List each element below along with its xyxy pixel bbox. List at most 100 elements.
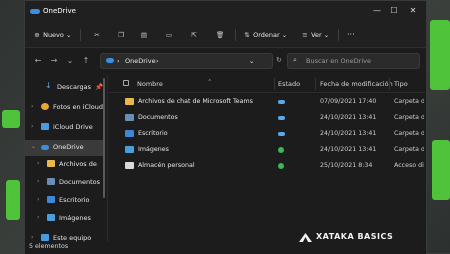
sidebar-item-label: Escritorio (59, 196, 90, 204)
sidebar-item-icloud-drive[interactable]: › iCloud Drive (25, 120, 103, 136)
chevron-right-icon: › (37, 196, 40, 203)
file-name: Imágenes (138, 146, 169, 153)
folder-icon (47, 160, 55, 167)
chevron-right-icon: › (37, 160, 40, 167)
pin-icon: 📌 (95, 83, 104, 91)
minimize-button[interactable]: — (370, 5, 384, 17)
plus-circle-icon: ⊕ (34, 31, 40, 39)
search-icon: ⌕ (293, 56, 297, 64)
chevron-right-icon: › (31, 123, 34, 130)
file-name: Documentos (138, 114, 178, 121)
share-icon: ⇱ (191, 31, 197, 39)
chevron-right-icon: › (31, 103, 34, 110)
breadcrumb-onedrive[interactable]: OneDrive (125, 57, 156, 65)
new-button[interactable]: ⊕ Nuevo ⌄ (33, 28, 71, 42)
forward-arrow-icon[interactable]: → (49, 56, 59, 65)
cloud-status-icon (278, 116, 285, 120)
navigation-pane: ↓ Descargas 📌 › Fotos en iCloud › iCloud… (25, 74, 108, 242)
file-date: 25/10/2021 8:34 (320, 162, 373, 169)
sidebar-scrollbar[interactable] (103, 78, 105, 198)
address-bar[interactable]: › OneDrive › ⌄ (100, 53, 273, 69)
cloud-status-icon (278, 100, 285, 104)
delete-button[interactable]: 🗑 (216, 28, 224, 42)
more-options-button[interactable]: ··· (347, 28, 355, 42)
cut-button[interactable]: ✂ (93, 28, 101, 42)
sort-button[interactable]: ⇅ Ordenar ⌄ (243, 28, 287, 42)
file-type: Carpeta de archivos (394, 98, 424, 105)
up-arrow-icon[interactable]: ↑ (81, 56, 91, 65)
photos-icon (41, 103, 49, 110)
sidebar-item-label: Fotos en iCloud (53, 103, 104, 111)
sort-up-icon: ⌃ (207, 78, 213, 86)
rename-button[interactable]: ▭ (165, 28, 173, 42)
table-row[interactable]: Almacén personal 25/10/2021 8:34 Acceso … (109, 158, 425, 174)
column-header-type[interactable]: Tipo (394, 80, 408, 88)
documents-icon (47, 178, 55, 185)
icloud-icon (41, 123, 49, 130)
status-bar: 5 elementos (25, 242, 426, 254)
column-header-name[interactable]: Nombre (137, 80, 163, 88)
maximize-button[interactable]: ☐ (387, 5, 401, 17)
back-arrow-icon[interactable]: ← (33, 56, 43, 65)
view-list-icon: ≡ (302, 31, 308, 39)
sidebar-item-este-equipo[interactable]: › Este equipo (25, 231, 103, 242)
sidebar-item-label: OneDrive (53, 143, 84, 151)
file-type: Carpeta de archivos (394, 114, 424, 121)
sidebar-item-documentos[interactable]: › Documentos (25, 175, 103, 191)
breadcrumb-separator-icon: › (117, 57, 120, 65)
share-button[interactable]: ⇱ (190, 28, 198, 42)
column-header-date[interactable]: Fecha de modificación (320, 80, 393, 88)
chevron-down-icon[interactable]: ⌄ (249, 57, 254, 65)
trash-icon: 🗑 (216, 31, 225, 39)
paste-button[interactable]: ▤ (140, 28, 148, 42)
column-header-status[interactable]: Estado (278, 80, 300, 88)
chevron-right-icon: › (31, 234, 34, 241)
file-date: 24/10/2021 13:41 (320, 114, 377, 121)
file-date: 24/10/2021 13:41 (320, 146, 377, 153)
pictures-icon (125, 146, 134, 153)
chevron-down-icon: ⌄ (281, 31, 288, 39)
copy-button[interactable]: ❐ (117, 28, 125, 42)
file-type: Carpeta de archivos (394, 146, 424, 153)
sidebar-item-descargas[interactable]: ↓ Descargas 📌 (25, 80, 103, 96)
table-row[interactable]: Escritorio 24/10/2021 13:41 Carpeta de a… (109, 126, 425, 142)
file-explorer-window: OneDrive — ☐ ✕ ⊕ Nuevo ⌄ ✂ ❐ ▤ ▭ ⇱ 🗑 ⇅ O… (24, 0, 427, 254)
chevron-right-icon: › (37, 178, 40, 185)
cloud-status-icon (278, 132, 285, 136)
sort-icon: ⇅ (244, 31, 250, 39)
computer-icon (41, 234, 49, 241)
sidebar-item-label: Este equipo (53, 234, 92, 242)
file-name: Escritorio (138, 130, 168, 137)
sidebar-item-escritorio[interactable]: › Escritorio (25, 193, 103, 209)
sidebar-item-onedrive[interactable]: ⌄ OneDrive (25, 140, 103, 156)
file-type: Acceso directo (394, 162, 424, 169)
column-divider (389, 78, 390, 90)
select-all-checkbox[interactable] (123, 80, 129, 86)
table-row[interactable]: Archivos de chat de Microsoft Teams 07/0… (109, 94, 425, 110)
search-input[interactable]: ⌕ Buscar en OneDrive (287, 53, 420, 69)
chevron-down-icon: ⌄ (31, 143, 37, 150)
shortcut-icon (125, 162, 134, 169)
sidebar-item-label: Imágenes (59, 214, 91, 222)
desktop-decoration (2, 110, 20, 128)
documents-icon (125, 114, 134, 121)
table-row[interactable]: Documentos 24/10/2021 13:41 Carpeta de a… (109, 110, 425, 126)
command-bar: ⊕ Nuevo ⌄ ✂ ❐ ▤ ▭ ⇱ 🗑 ⇅ Ordenar ⌄ ≡ Ver … (25, 23, 426, 48)
breadcrumb-separator-icon: › (156, 57, 159, 65)
sidebar-item-fotos-icloud[interactable]: › Fotos en iCloud (25, 100, 103, 116)
sidebar-item-label: Archivos de chat (59, 160, 97, 168)
more-icon: ··· (347, 30, 355, 39)
refresh-icon[interactable]: ↻ (276, 56, 282, 64)
desktop-icon (47, 196, 55, 203)
table-row[interactable]: Imágenes 24/10/2021 13:41 Carpeta de arc… (109, 142, 425, 158)
scissors-icon: ✂ (94, 31, 100, 39)
column-divider (315, 78, 316, 90)
view-button[interactable]: ≡ Ver ⌄ (301, 28, 329, 42)
copy-icon: ❐ (118, 31, 124, 39)
sidebar-item-label: iCloud Drive (53, 123, 93, 131)
desktop-decoration (6, 180, 20, 220)
sidebar-item-imagenes[interactable]: › Imágenes (25, 211, 103, 227)
close-button[interactable]: ✕ (406, 5, 420, 17)
recent-chevron-icon[interactable]: ⌄ (65, 56, 75, 65)
sidebar-item-archivos-chat[interactable]: › Archivos de chat (25, 157, 103, 173)
